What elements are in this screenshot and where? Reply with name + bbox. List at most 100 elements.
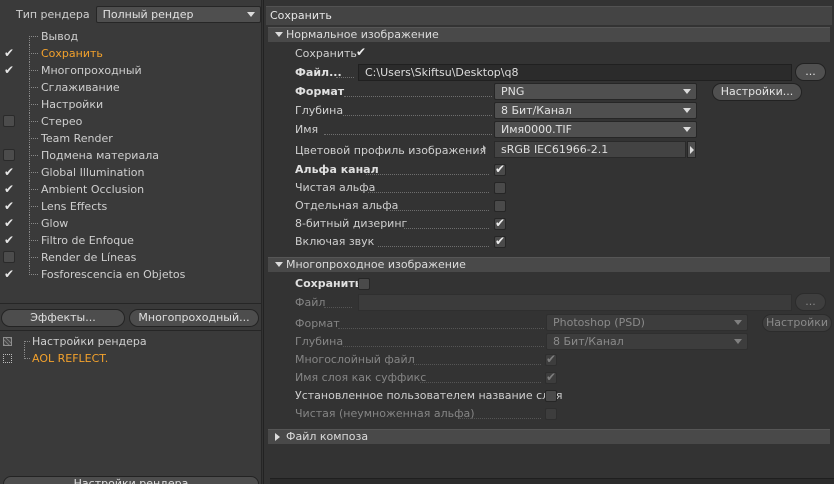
save-settings-panel: Сохранить Нормальное изображение Сохрани… <box>264 0 834 484</box>
render-type-row: Тип рендера Полный рендер <box>16 5 261 23</box>
sidebar-item[interactable]: ✔ Global Illumination <box>0 164 262 181</box>
save-checkbox[interactable] <box>356 45 368 60</box>
tree-connector <box>29 274 38 275</box>
file-path-field[interactable]: C:\Users\Skiftsu\Desktop\q8 <box>358 64 792 81</box>
render-type-dropdown[interactable]: Полный рендер <box>95 5 261 23</box>
effects-button[interactable]: Эффекты... <box>1 309 125 327</box>
sidebar-item[interactable]: ✔ Lens Effects <box>0 198 262 215</box>
depth-value: 8 Бит/Канал <box>501 104 572 117</box>
sidebar-item-label: Многопроходный <box>41 64 142 77</box>
sidebar-item[interactable]: Подмена материала <box>0 147 262 164</box>
format-value: PNG <box>501 85 525 98</box>
tree-connector <box>29 87 38 88</box>
sidebar-item[interactable]: Team Render <box>0 130 262 147</box>
triangle-down-icon <box>275 32 283 37</box>
sidebar-item[interactable]: ✔ Glow <box>0 215 262 232</box>
triangle-right-icon <box>275 433 280 441</box>
multipass-file-field[interactable] <box>358 294 792 311</box>
sidebar-item[interactable]: ✔ Fosforescencia en Objetos <box>0 266 262 283</box>
tree-connector <box>29 138 38 139</box>
leader-dots <box>378 246 489 247</box>
checkmark-icon[interactable]: ✔ <box>3 217 15 229</box>
straight-alpha-checkbox[interactable] <box>494 182 506 194</box>
depth-dropdown[interactable]: 8 Бит/Канал <box>494 102 697 119</box>
multipass-depth-dropdown[interactable]: 8 Бит/Канал <box>546 333 748 350</box>
checkmark-icon[interactable]: ✔ <box>3 183 15 195</box>
multipass-format-dropdown[interactable]: Photoshop (PSD) <box>546 314 748 331</box>
tree-connector <box>24 341 25 350</box>
sidebar-item[interactable]: ✔ Filtro de Enfoque <box>0 232 262 249</box>
sidebar-item-label: Вывод <box>41 30 79 43</box>
leader-dots <box>344 96 492 97</box>
alpha-channel-checkbox[interactable] <box>494 162 506 176</box>
leader-dots <box>460 418 541 419</box>
sidebar-item[interactable]: Вывод <box>0 28 262 45</box>
leader-dots <box>343 346 544 347</box>
tree-connector <box>29 257 38 258</box>
render-type-label: Тип рендера <box>16 7 90 21</box>
layered-file-label: Многослойный файл <box>295 353 415 366</box>
sidebar-item[interactable]: Стерео <box>0 113 262 130</box>
sidebar-item[interactable]: Настройки <box>0 96 262 113</box>
separate-alpha-label: Отдельная альфа <box>295 199 399 212</box>
render-type-value: Полный рендер <box>102 7 194 21</box>
dithering-checkbox[interactable] <box>494 216 506 230</box>
chevron-down-icon <box>683 108 691 113</box>
multipass-save-label: Сохранить <box>295 277 362 290</box>
color-profile-menu-button[interactable] <box>687 141 696 158</box>
sidebar-item-label: Lens Effects <box>41 200 108 213</box>
chevron-down-icon <box>734 339 742 344</box>
multipass-save-checkbox[interactable] <box>358 278 370 290</box>
sidebar-item-label: Filtro de Enfoque <box>41 234 134 247</box>
layered-file-checkbox[interactable] <box>545 352 557 366</box>
section-title: Файл композа <box>286 430 369 443</box>
browse-button[interactable]: ... <box>795 63 826 81</box>
checkmark-icon[interactable]: ✔ <box>3 64 15 76</box>
layer-suffix-checkbox[interactable] <box>545 370 557 384</box>
separate-alpha-checkbox[interactable] <box>494 200 506 212</box>
format-settings-button[interactable]: Настройки... <box>712 83 802 101</box>
divider <box>0 330 262 331</box>
checkbox[interactable] <box>3 251 15 263</box>
multipass-settings-button[interactable]: Настройки <box>762 314 832 332</box>
tree-connector <box>29 36 30 45</box>
multipass-straight-alpha-checkbox[interactable] <box>545 408 557 420</box>
checkmark-icon[interactable]: ✔ <box>3 268 15 280</box>
render-setting-item[interactable]: Настройки рендера <box>0 333 262 350</box>
name-dropdown[interactable]: Имя0000.TIF <box>494 121 697 138</box>
leader-dots <box>324 307 352 308</box>
checkbox[interactable] <box>3 115 15 127</box>
leader-dots <box>414 364 541 365</box>
horizontal-scrollbar[interactable] <box>270 478 834 484</box>
tree-connector <box>29 223 38 224</box>
checkmark-icon[interactable]: ✔ <box>3 166 15 178</box>
tree-connector <box>29 70 38 71</box>
checkbox[interactable] <box>3 149 15 161</box>
triangle-down-icon <box>275 262 283 267</box>
sidebar-item[interactable]: ✔ Ambient Occlusion <box>0 181 262 198</box>
render-setting-item[interactable]: AOL REFLECT. <box>0 350 262 367</box>
tree-connector <box>29 240 38 241</box>
normal-image-section-header[interactable]: Нормальное изображение <box>268 27 830 42</box>
sidebar-item[interactable]: ✔ Сохранить <box>0 45 262 62</box>
multipass-browse-button[interactable]: ... <box>795 293 826 311</box>
sidebar-item[interactable]: Сглаживание <box>0 79 262 96</box>
sidebar-item[interactable]: ✔ Многопроходный <box>0 62 262 79</box>
include-sound-checkbox[interactable] <box>494 234 506 248</box>
format-dropdown[interactable]: PNG <box>494 83 697 100</box>
checkmark-icon[interactable]: ✔ <box>3 47 15 59</box>
multipass-image-section-header[interactable]: Многопроходное изображение <box>268 257 830 272</box>
sidebar-item[interactable]: Render de Líneas <box>0 249 262 266</box>
file-label[interactable]: Файл... <box>295 64 342 81</box>
sidebar-item-label: Стерео <box>41 115 83 128</box>
multipass-button[interactable]: Многопроходный... <box>129 309 259 327</box>
color-profile-field[interactable]: sRGB IEC61966-2.1 <box>494 141 686 158</box>
compose-file-section-header[interactable]: Файл композа <box>268 429 830 444</box>
render-settings-button[interactable]: Настройки рендера <box>3 476 259 484</box>
multipass-file-label: Файл <box>295 296 326 309</box>
checkmark-icon[interactable]: ✔ <box>3 200 15 212</box>
checkmark-icon[interactable]: ✔ <box>3 234 15 246</box>
sidebar-item-label: Fosforescencia en Objetos <box>41 268 186 281</box>
user-layer-name-checkbox[interactable] <box>545 390 557 402</box>
sidebar-item-label: Glow <box>41 217 69 230</box>
